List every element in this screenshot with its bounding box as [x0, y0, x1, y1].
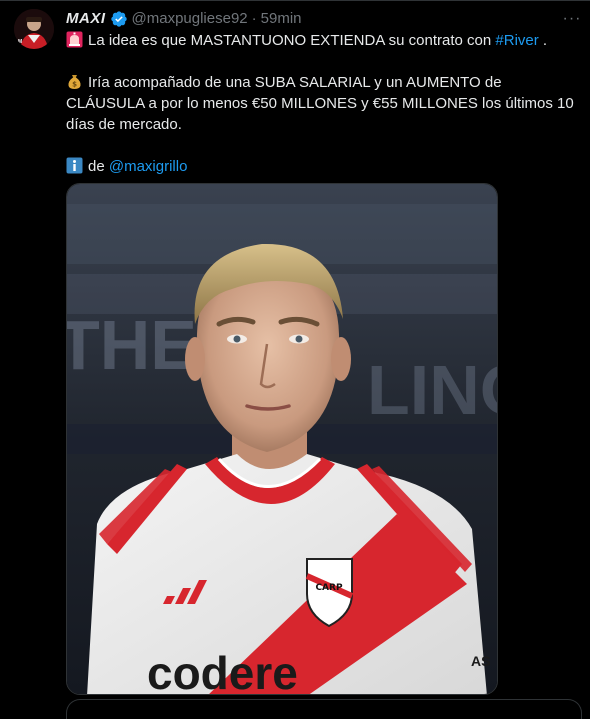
background-banner-text: THE [67, 306, 197, 384]
author-avatar[interactable]: M [14, 9, 54, 49]
tweet-text: La idea es que MASTANTUONO EXTIENDA su c… [66, 30, 582, 177]
verified-badge-icon [110, 10, 128, 28]
kit-crest-letters: CARP [315, 583, 343, 593]
more-options-button[interactable]: ··· [560, 9, 584, 29]
tweet-line-1: La idea es que MASTANTUONO EXTIENDA su c… [66, 30, 582, 51]
kit-sleeve-text: AS [471, 653, 490, 669]
siren-icon [66, 31, 83, 48]
tweet-photo[interactable]: THE LINO CARP codere AS [66, 183, 498, 695]
tweet-line-3-text: de [88, 158, 109, 175]
tweet-line-3: de @maxigrillo [66, 156, 582, 177]
hashtag-river-link[interactable]: #River [495, 32, 538, 49]
more-options-icon: ··· [562, 10, 582, 27]
tweet-card[interactable]: M MAXI @maxpugliese92 · 59min ··· La ide… [0, 0, 590, 719]
tweet-line-1-end: . [538, 32, 548, 49]
kit-sponsor-text: codere [147, 647, 298, 695]
player-photo-illustration: THE LINO CARP codere AS [67, 184, 498, 695]
tweet-line-2-text: Iría acompañado de una SUBA SALARIAL y u… [66, 74, 574, 133]
next-content-edge [66, 699, 582, 719]
mention-maxigrillo-link[interactable]: @maxigrillo [109, 158, 188, 175]
tweet-timestamp[interactable]: 59min [261, 9, 302, 29]
svg-text:$: $ [72, 81, 77, 89]
background-banner-text-2: LINO [367, 351, 498, 429]
tweet-header: MAXI @maxpugliese92 · 59min [66, 9, 302, 29]
tweet-line-2: $ Iría acompañado de una SUBA SALARIAL y… [66, 72, 582, 135]
separator-dot: · [251, 10, 257, 27]
author-display-name[interactable]: MAXI [66, 9, 106, 29]
author-handle[interactable]: @maxpugliese92 [132, 9, 248, 29]
money-bag-icon: $ [66, 73, 83, 90]
tweet-line-1-text: La idea es que MASTANTUONO EXTIENDA su c… [88, 32, 496, 49]
information-icon [66, 157, 83, 174]
svg-text:M: M [18, 39, 22, 45]
